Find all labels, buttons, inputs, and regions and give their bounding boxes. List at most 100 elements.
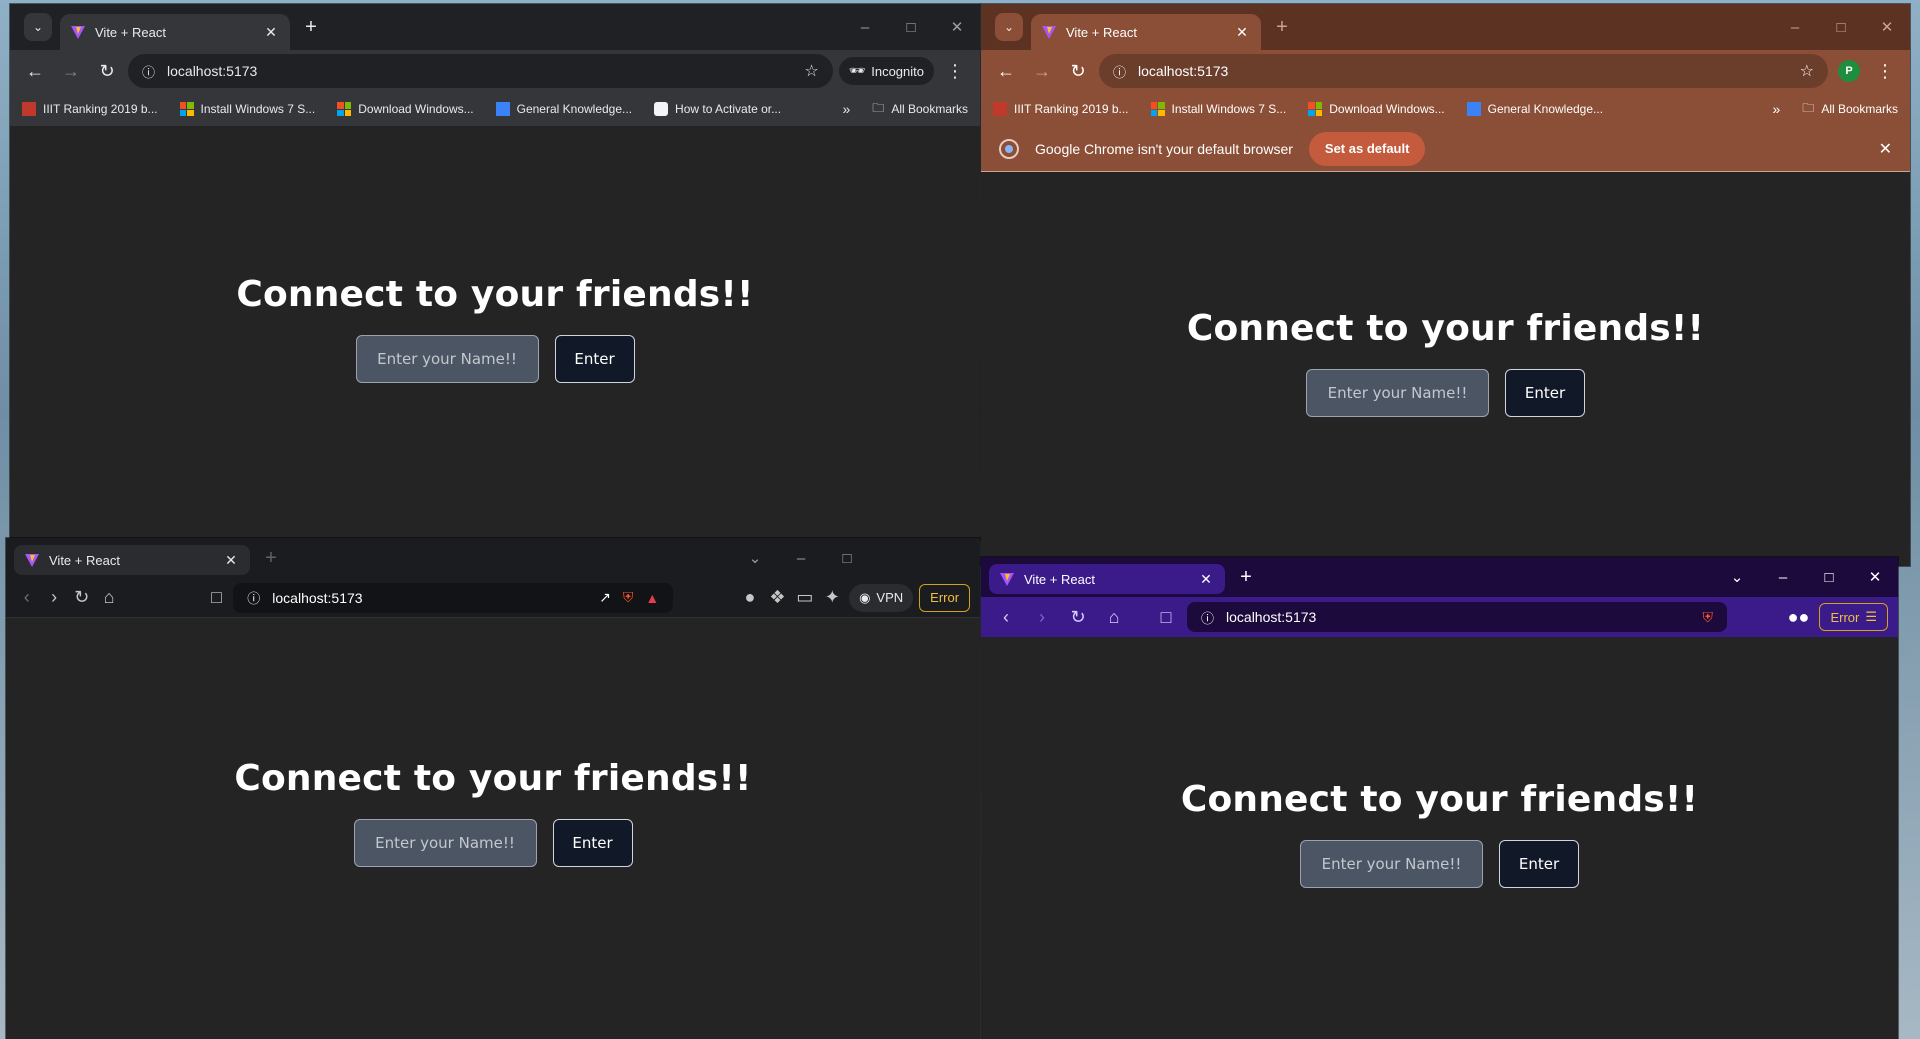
back-icon[interactable]: ‹ bbox=[991, 602, 1021, 632]
address-bar[interactable]: ⓘ localhost:5173 ↗ ⛨ ▲ bbox=[233, 582, 674, 613]
extensions-icon[interactable]: ❖ bbox=[767, 583, 788, 613]
close-window-icon[interactable]: ✕ bbox=[934, 18, 980, 36]
name-input[interactable] bbox=[1306, 369, 1489, 417]
minimize-icon[interactable]: – bbox=[778, 550, 824, 567]
microsoft-favicon-icon bbox=[1150, 102, 1165, 116]
forward-icon[interactable]: › bbox=[43, 583, 64, 613]
enter-button[interactable]: Enter bbox=[1499, 840, 1579, 888]
home-icon[interactable]: ⌂ bbox=[1099, 602, 1129, 632]
incognito-icon: 🕶 bbox=[848, 63, 866, 78]
reload-icon[interactable]: ↻ bbox=[1063, 56, 1093, 86]
close-window-icon[interactable]: ✕ bbox=[1852, 568, 1898, 586]
name-input[interactable] bbox=[353, 819, 537, 867]
leo-icon[interactable]: ● bbox=[739, 583, 760, 613]
page-content: Connect to your friends!! Enter bbox=[6, 618, 980, 1039]
bookmark-item[interactable]: IIIT Ranking 2019 b... bbox=[993, 102, 1129, 116]
minimize-icon[interactable]: – bbox=[842, 19, 888, 36]
name-input[interactable] bbox=[355, 335, 539, 383]
bookmarks-bar: IIIT Ranking 2019 b... Install Windows 7… bbox=[10, 92, 980, 126]
incognito-badge[interactable]: 🕶 Incognito bbox=[838, 57, 934, 85]
all-bookmarks-folder[interactable]: 🗀 All Bookmarks bbox=[872, 99, 968, 120]
enter-button[interactable]: Enter bbox=[554, 335, 635, 383]
tab-vite-react[interactable]: Vite + React ✕ bbox=[60, 14, 290, 50]
address-bar[interactable]: ⓘ localhost:5173 ☆ bbox=[1099, 54, 1828, 88]
new-tab-icon[interactable]: + bbox=[256, 547, 286, 570]
bookmark-icon[interactable]: □ bbox=[1151, 602, 1181, 632]
tab-vite-react[interactable]: Vite + React ✕ bbox=[1031, 14, 1261, 50]
address-bar[interactable]: ⓘ localhost:5173 ☆ bbox=[128, 54, 833, 88]
brave-shields-icon[interactable]: ⛨ bbox=[623, 589, 634, 606]
new-tab-icon[interactable]: + bbox=[296, 16, 326, 39]
error-button[interactable]: Error ☰ bbox=[1819, 603, 1888, 631]
all-bookmarks-folder[interactable]: 🗀 All Bookmarks bbox=[1802, 99, 1898, 120]
site-info-icon[interactable]: ⓘ bbox=[247, 588, 260, 607]
new-tab-icon[interactable]: + bbox=[1267, 16, 1297, 39]
maximize-icon[interactable]: □ bbox=[824, 550, 870, 567]
forward-icon[interactable]: → bbox=[56, 56, 86, 86]
more-bookmarks-icon[interactable]: » bbox=[1773, 101, 1781, 117]
back-icon[interactable]: ‹ bbox=[16, 583, 37, 613]
bookmark-item[interactable]: Install Windows 7 S... bbox=[1150, 102, 1286, 116]
reload-icon[interactable]: ↻ bbox=[71, 583, 92, 613]
tab-vite-react[interactable]: Vite + React ✕ bbox=[14, 545, 250, 575]
forward-icon[interactable]: › bbox=[1027, 602, 1057, 632]
forward-icon[interactable]: → bbox=[1027, 56, 1057, 86]
private-glasses-icon[interactable]: ●● bbox=[1783, 602, 1813, 632]
set-as-default-button[interactable]: Set as default bbox=[1308, 131, 1426, 166]
bookmark-icon[interactable]: □ bbox=[206, 583, 227, 613]
chrome-incognito-window: ⌄ Vite + React ✕ + – □ ✕ ← → ↻ ⓘ localho… bbox=[10, 4, 980, 540]
reload-icon[interactable]: ↻ bbox=[92, 56, 122, 86]
share-icon[interactable]: ↗ bbox=[599, 589, 611, 606]
error-button[interactable]: Error bbox=[919, 583, 971, 612]
chrome-default-window: ⌄ Vite + React ✕ + – □ ✕ ← → ↻ ⓘ localho… bbox=[981, 4, 1910, 566]
gk-favicon-icon bbox=[1466, 102, 1481, 116]
close-tab-icon[interactable]: ✕ bbox=[1197, 571, 1215, 588]
maximize-icon[interactable]: □ bbox=[1806, 569, 1852, 586]
bookmark-item[interactable]: Install Windows 7 S... bbox=[179, 102, 315, 116]
wallet-icon[interactable]: ▭ bbox=[794, 583, 815, 613]
close-window-icon[interactable]: ✕ bbox=[1864, 18, 1910, 36]
profile-avatar[interactable]: P bbox=[1834, 56, 1864, 86]
bookmark-item[interactable]: Download Windows... bbox=[1308, 102, 1445, 116]
back-icon[interactable]: ← bbox=[20, 56, 50, 86]
bookmark-item[interactable]: IIIT Ranking 2019 b... bbox=[22, 102, 158, 116]
brave-shields-icon[interactable]: ⛨ bbox=[1703, 609, 1714, 626]
address-bar[interactable]: ⓘ localhost:5173 ⛨ bbox=[1187, 602, 1727, 632]
tab-vite-react[interactable]: Vite + React ✕ bbox=[989, 564, 1225, 594]
close-tab-icon[interactable]: ✕ bbox=[262, 24, 280, 41]
close-tab-icon[interactable]: ✕ bbox=[1233, 24, 1251, 41]
more-bookmarks-icon[interactable]: » bbox=[843, 101, 851, 117]
menu-icon[interactable]: ⋮ bbox=[940, 56, 970, 86]
infobar-text: Google Chrome isn't your default browser bbox=[1035, 140, 1293, 157]
bookmark-star-icon[interactable]: ☆ bbox=[804, 61, 818, 81]
site-info-icon[interactable]: ⓘ bbox=[1201, 608, 1214, 627]
tab-list-icon[interactable]: ⌄ bbox=[732, 549, 778, 567]
bookmark-item[interactable]: General Knowledge... bbox=[495, 102, 632, 116]
site-info-icon[interactable]: ⓘ bbox=[1113, 62, 1126, 81]
close-tab-icon[interactable]: ✕ bbox=[222, 552, 240, 569]
enter-button[interactable]: Enter bbox=[1505, 369, 1585, 417]
reload-icon[interactable]: ↻ bbox=[1063, 602, 1093, 632]
bookmark-item[interactable]: General Knowledge... bbox=[1466, 102, 1603, 116]
minimize-icon[interactable]: – bbox=[1760, 569, 1806, 586]
brave-rewards-icon[interactable]: ▲ bbox=[645, 590, 659, 606]
maximize-icon[interactable]: □ bbox=[1818, 19, 1864, 36]
tab-list-icon[interactable]: ⌄ bbox=[1714, 568, 1760, 586]
enter-button[interactable]: Enter bbox=[552, 819, 633, 867]
menu-icon[interactable]: ⋮ bbox=[1870, 56, 1900, 86]
site-info-icon[interactable]: ⓘ bbox=[142, 62, 155, 81]
maximize-icon[interactable]: □ bbox=[888, 19, 934, 36]
home-icon[interactable]: ⌂ bbox=[98, 583, 119, 613]
bookmark-item[interactable]: Download Windows... bbox=[337, 102, 474, 116]
name-input[interactable] bbox=[1300, 840, 1483, 888]
back-icon[interactable]: ← bbox=[991, 56, 1021, 86]
vpn-button[interactable]: ◉ VPN bbox=[849, 583, 914, 612]
minimize-icon[interactable]: – bbox=[1772, 19, 1818, 36]
sparkle-icon[interactable]: ✦ bbox=[822, 583, 843, 613]
close-infobar-icon[interactable]: ✕ bbox=[1879, 139, 1892, 159]
bookmark-item[interactable]: How to Activate or... bbox=[654, 102, 781, 116]
tab-search-icon[interactable]: ⌄ bbox=[24, 13, 52, 41]
tab-search-icon[interactable]: ⌄ bbox=[995, 13, 1023, 41]
bookmark-star-icon[interactable]: ☆ bbox=[1800, 61, 1814, 81]
new-tab-icon[interactable]: + bbox=[1231, 566, 1261, 589]
